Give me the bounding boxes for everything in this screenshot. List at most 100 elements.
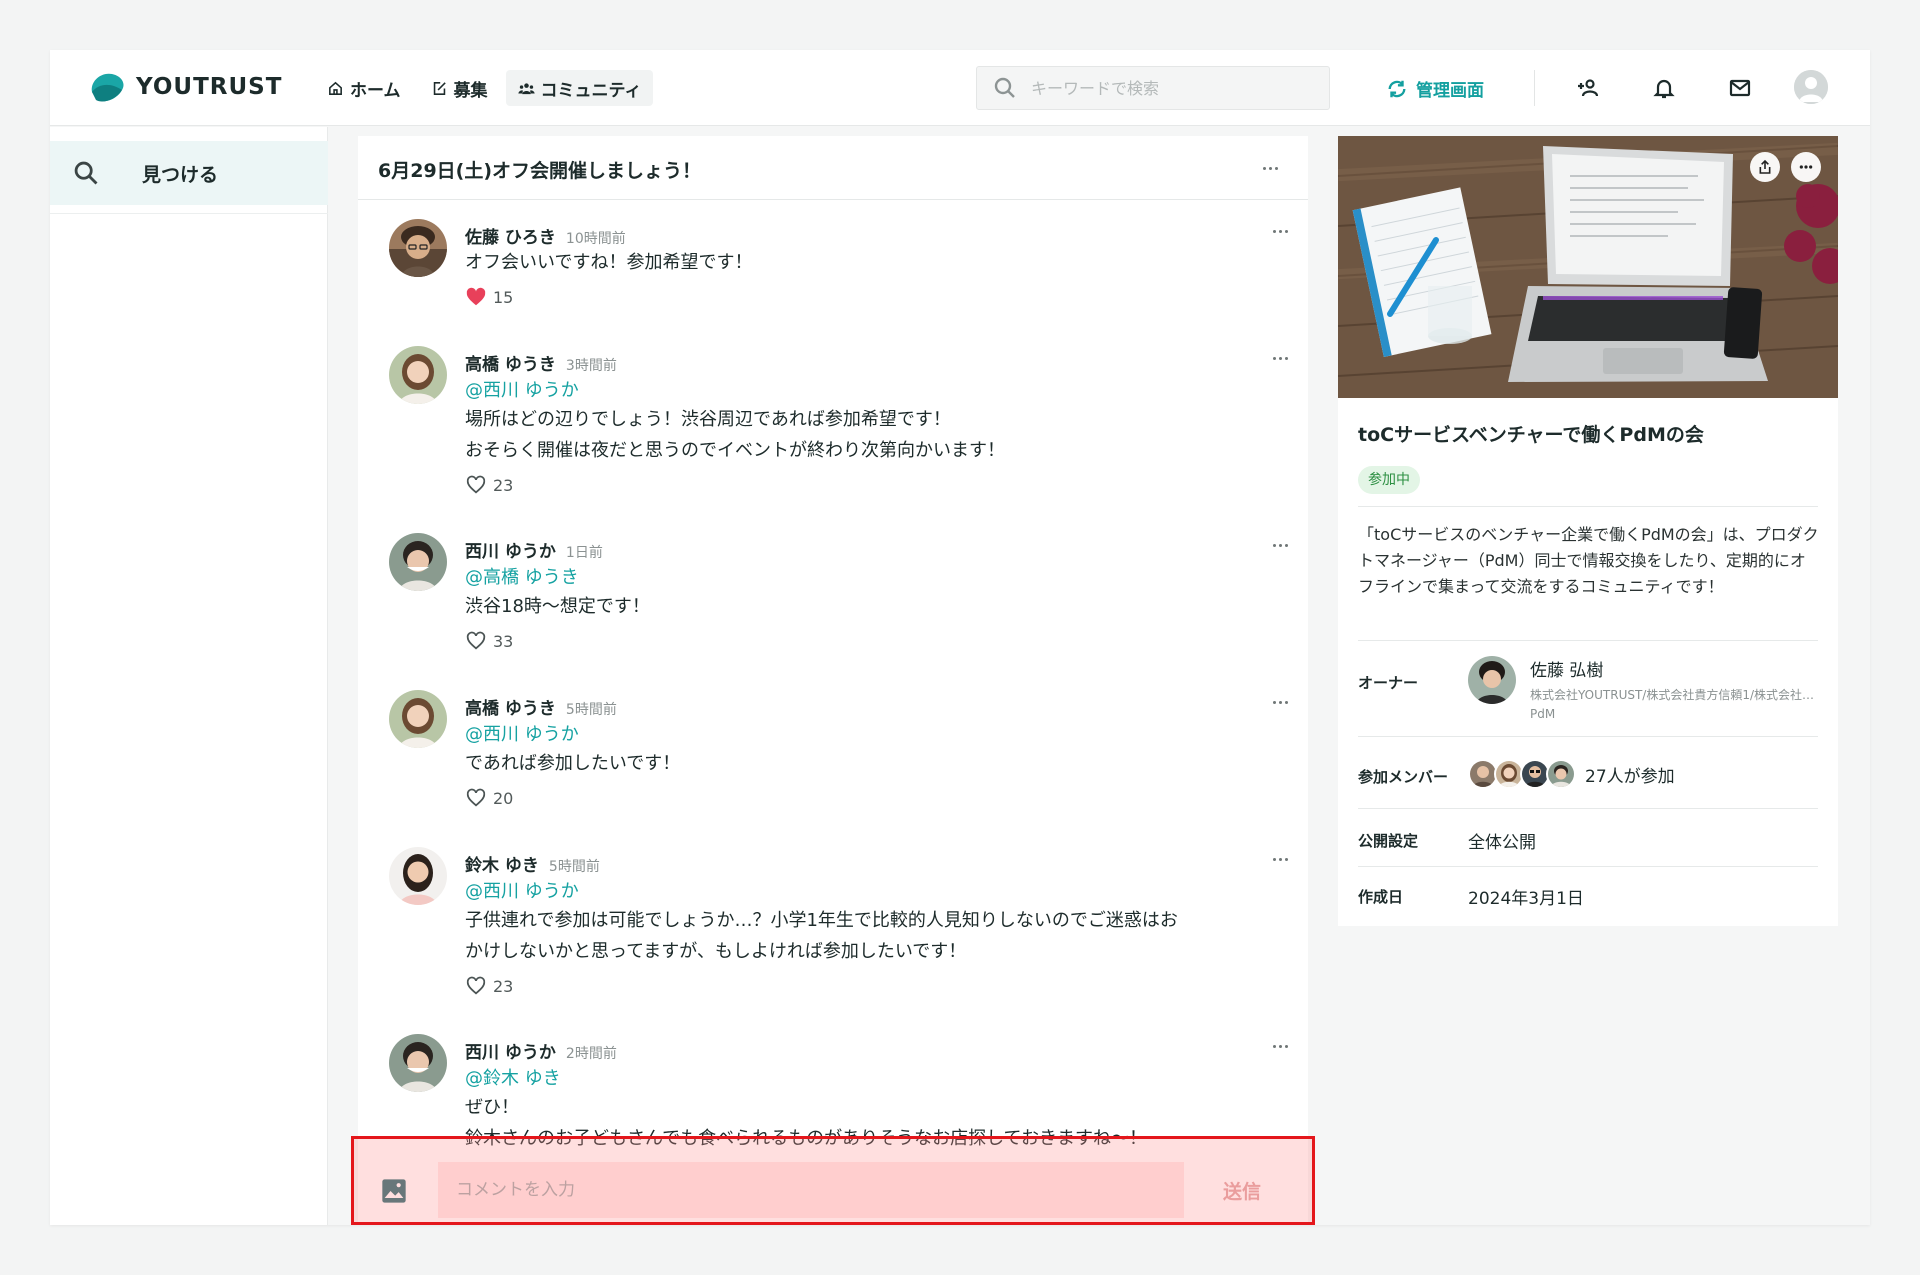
avatar-photo xyxy=(1522,761,1548,787)
avatar-photo xyxy=(389,847,447,905)
comment-avatar[interactable] xyxy=(389,533,447,591)
messages-button[interactable] xyxy=(1726,74,1754,102)
nav-community[interactable]: コミュニティ xyxy=(505,70,654,106)
avatar-photo xyxy=(389,690,447,748)
mail-icon xyxy=(1729,79,1751,97)
heart-filled-icon xyxy=(466,287,486,306)
heart-icon xyxy=(466,631,486,650)
comment-more-button[interactable] xyxy=(1268,696,1292,708)
comment-more-button[interactable] xyxy=(1268,539,1292,551)
like-count: 33 xyxy=(493,631,514,651)
comment-avatar[interactable] xyxy=(389,690,447,748)
comment-input[interactable] xyxy=(438,1162,1184,1218)
people-icon xyxy=(517,82,535,94)
created-value: 2024年3月1日 xyxy=(1468,889,1584,909)
visibility-value: 全体公開 xyxy=(1468,833,1536,853)
comment-author[interactable]: 高橋 ゆうき xyxy=(465,350,556,375)
share-button[interactable] xyxy=(1750,152,1780,182)
admin-link[interactable]: 管理画面 xyxy=(1386,76,1484,101)
card-divider xyxy=(1358,506,1818,507)
default-avatar-icon xyxy=(1794,70,1828,104)
comment-avatar[interactable] xyxy=(389,1034,447,1092)
dot xyxy=(1284,700,1288,704)
like-count: 23 xyxy=(493,976,514,996)
comment-author[interactable]: 西川 ゆうか xyxy=(465,1038,556,1063)
member-count[interactable]: 27人が参加 xyxy=(1585,762,1675,787)
logo-mark-icon xyxy=(91,73,124,102)
comment-time: 5時間前 xyxy=(548,859,600,875)
community-more-button[interactable] xyxy=(1791,152,1821,182)
avatar-photo xyxy=(389,346,447,404)
status-badge: 参加中 xyxy=(1358,466,1420,494)
like-button[interactable]: 15 xyxy=(465,286,1265,308)
nav-jobs-label: 募集 xyxy=(453,80,488,101)
community-cover-image xyxy=(1338,136,1838,398)
search-box xyxy=(976,66,1330,110)
nav-jobs[interactable]: 募集 xyxy=(419,70,500,106)
share-icon xyxy=(1759,159,1771,174)
card-divider xyxy=(1358,808,1818,809)
dot xyxy=(1278,229,1282,233)
comment-text: であれば参加したいです！ xyxy=(465,753,681,774)
comment-author[interactable]: 佐藤 ひろき xyxy=(465,223,556,248)
card-divider xyxy=(1358,736,1818,737)
image-upload-icon[interactable] xyxy=(380,1177,408,1205)
comment-meta: 佐藤 ひろき 10時間前 xyxy=(465,223,1265,248)
dot xyxy=(1272,857,1276,861)
left-sidebar: 見つける xyxy=(50,127,328,1225)
sidebar-item-discover[interactable]: 見つける xyxy=(50,141,328,205)
dot xyxy=(1284,857,1288,861)
owner-role: PdM xyxy=(1530,707,1556,721)
logo[interactable]: YOUTRUST xyxy=(88,70,282,104)
search-icon xyxy=(74,161,98,185)
comment-avatar[interactable] xyxy=(389,219,447,277)
like-button[interactable]: 23 xyxy=(465,975,1265,997)
heart-icon xyxy=(466,788,486,807)
created-label: 作成日 xyxy=(1358,888,1404,906)
comment-mention[interactable]: @高橋 ゆうき xyxy=(465,565,1265,591)
comment-more-button[interactable] xyxy=(1268,853,1292,865)
comment-meta: 西川 ゆうか 1日前 xyxy=(465,537,1265,562)
member-avatar xyxy=(1546,759,1576,789)
thread-more-button[interactable] xyxy=(1258,162,1282,174)
thread-header: 6月29日(土)オフ会開催しましょう！ xyxy=(358,136,1308,200)
search-input[interactable] xyxy=(1031,78,1311,98)
comment-author[interactable]: 鈴木 ゆき xyxy=(465,851,539,876)
comment-input-bar: 送信 xyxy=(358,1153,1308,1225)
search-icon xyxy=(994,77,1015,98)
comment-more-button[interactable] xyxy=(1268,225,1292,237)
send-button[interactable]: 送信 xyxy=(1200,1163,1284,1217)
card-divider xyxy=(1358,640,1818,641)
comment-mention[interactable]: @西川 ゆうか xyxy=(465,722,1265,748)
like-button[interactable]: 20 xyxy=(465,787,1265,809)
avatar-photo xyxy=(389,533,447,591)
header-divider xyxy=(1534,70,1535,106)
user-avatar[interactable] xyxy=(1794,70,1828,104)
member-avatars[interactable] xyxy=(1468,759,1576,789)
like-button[interactable]: 23 xyxy=(465,474,1265,496)
comment-body: 高橋 ゆうき 5時間前 @西川 ゆうか であれば参加したいです！ 20 xyxy=(465,694,1265,809)
comment-author[interactable]: 高橋 ゆうき xyxy=(465,694,556,719)
comment-mention[interactable]: @西川 ゆうか xyxy=(465,879,1265,905)
like-button[interactable]: 33 xyxy=(465,630,1265,652)
comment-text: 場所はどの辺りでしょう！渋谷周辺であれば参加希望です！ xyxy=(465,409,951,430)
visibility-label: 公開設定 xyxy=(1358,832,1419,850)
bell-icon xyxy=(1653,79,1675,99)
sidebar-item-label: 見つける xyxy=(142,163,219,186)
comment-avatar[interactable] xyxy=(389,847,447,905)
avatar-photo xyxy=(389,1034,447,1092)
notifications-button[interactable] xyxy=(1650,74,1678,102)
comment-more-button[interactable] xyxy=(1268,352,1292,364)
comment-author[interactable]: 西川 ゆうか xyxy=(465,537,556,562)
dot xyxy=(1278,543,1282,547)
comment-mention[interactable]: @西川 ゆうか xyxy=(465,378,1265,404)
comment-avatar[interactable] xyxy=(389,346,447,404)
owner-name[interactable]: 佐藤 弘樹 xyxy=(1530,656,1603,681)
comment-more-button[interactable] xyxy=(1268,1040,1292,1052)
add-friend-button[interactable] xyxy=(1574,74,1602,102)
nav-home[interactable]: ホーム xyxy=(315,70,413,106)
comment-list[interactable]: 佐藤 ひろき 10時間前 オフ会いいですね！参加希望です！ 15 高橋 ゆうき … xyxy=(358,201,1308,1153)
owner-avatar[interactable] xyxy=(1468,656,1516,704)
main-nav: ホーム 募集 コミュニティ xyxy=(315,70,654,106)
comment-mention[interactable]: @鈴木 ゆき xyxy=(465,1066,1265,1092)
